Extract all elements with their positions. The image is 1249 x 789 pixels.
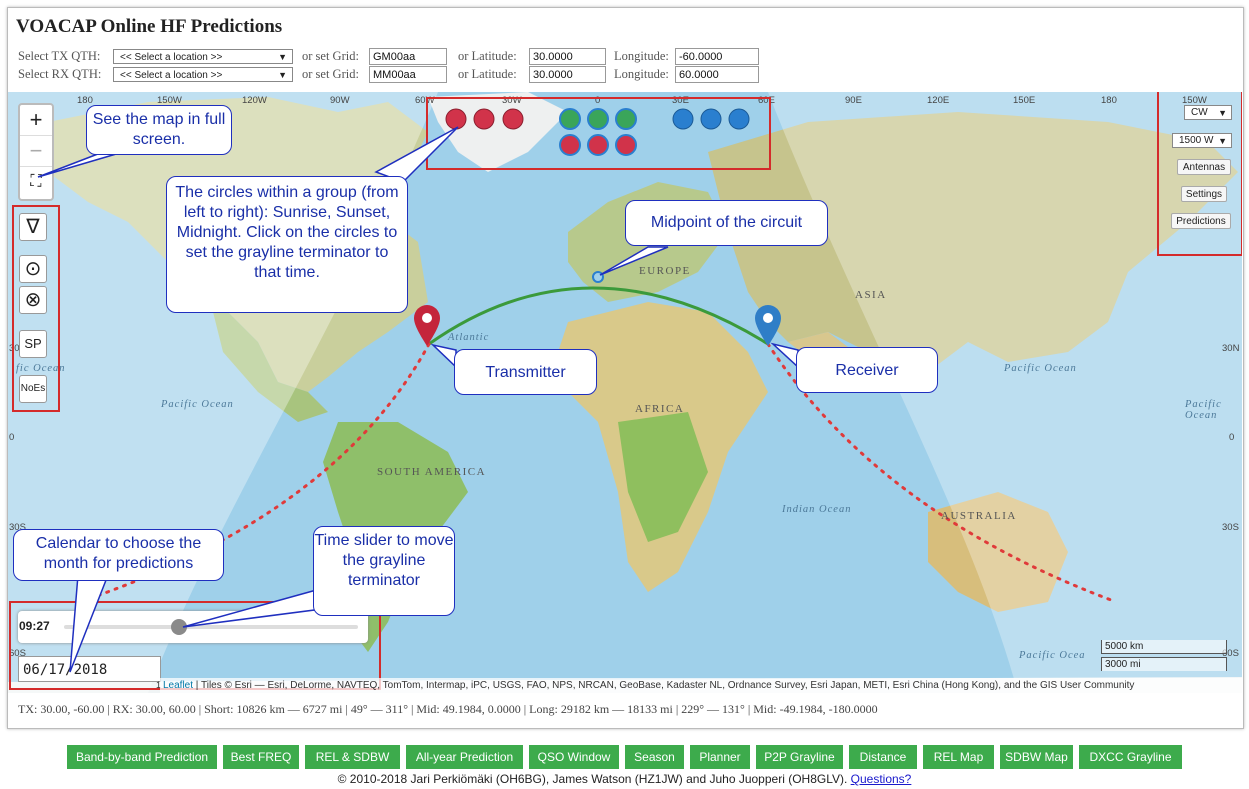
rx-location-select[interactable]: << Select a location >> ▼	[113, 67, 293, 82]
rx-grid-input[interactable]: MM00aa	[369, 66, 447, 83]
tx-lat-label: or Latitude:	[458, 49, 517, 63]
questions-link[interactable]: Questions?	[851, 772, 912, 786]
callout-calendar: Calendar to choose the month for predict…	[13, 529, 224, 581]
tx-lat-input[interactable]: 30.0000	[529, 48, 606, 65]
nav-rel-sdbw[interactable]: REL & SDBW	[305, 745, 400, 769]
nav-dxcc-grayline[interactable]: DXCC Grayline	[1079, 745, 1182, 769]
nav-distance[interactable]: Distance	[849, 745, 917, 769]
tx-location-select[interactable]: << Select a location >> ▼	[113, 49, 293, 64]
nav-planner[interactable]: Planner	[690, 745, 750, 769]
callout-slider: Time slider to move the grayline termina…	[313, 526, 455, 616]
nav-rel-map[interactable]: REL Map	[923, 745, 994, 769]
tx-label: Select TX QTH:	[18, 49, 101, 63]
rx-lat-label: or Latitude:	[458, 67, 517, 81]
rx-grid-label: or set Grid:	[302, 67, 359, 81]
nav-p2p-grayline[interactable]: P2P Grayline	[756, 745, 843, 769]
callout-transmitter: Transmitter	[454, 349, 597, 395]
callout-midpoint: Midpoint of the circuit	[625, 200, 828, 246]
rx-label: Select RX QTH:	[18, 67, 102, 81]
tx-grid-input[interactable]: GM00aa	[369, 48, 447, 65]
callout-receiver: Receiver	[796, 347, 938, 393]
tx-lon-input[interactable]: -60.0000	[675, 48, 759, 65]
nav-best-freq[interactable]: Best FREQ	[223, 745, 299, 769]
nav-qso-window[interactable]: QSO Window	[529, 745, 619, 769]
rx-lon-label: Longitude:	[614, 67, 669, 81]
nav-all-year[interactable]: All-year Prediction	[406, 745, 523, 769]
nav-band-by-band[interactable]: Band-by-band Prediction	[67, 745, 217, 769]
tx-grid-label: or set Grid:	[302, 49, 359, 63]
tx-lon-label: Longitude:	[614, 49, 669, 63]
circuit-status: TX: 30.00, -60.00 | RX: 30.00, 60.00 | S…	[18, 702, 878, 716]
nav-season[interactable]: Season	[625, 745, 684, 769]
callout-fullscreen: See the map in full screen.	[86, 105, 232, 155]
world-map[interactable]: 180 150W 120W 90W 60W 30W 0 30E 60E 90E …	[8, 92, 1242, 693]
callout-circles: The circles within a group (from left to…	[166, 176, 408, 313]
page-title: VOACAP Online HF Predictions	[16, 16, 283, 37]
footer: © 2010-2018 Jari Perkiömäki (OH6BG), Jam…	[0, 772, 1249, 786]
nav-sdbw-map[interactable]: SDBW Map	[1000, 745, 1073, 769]
footer-text: © 2010-2018 Jari Perkiömäki (OH6BG), Jam…	[337, 772, 851, 786]
rx-lat-input[interactable]: 30.0000	[529, 66, 606, 83]
rx-lon-input[interactable]: 60.0000	[675, 66, 759, 83]
